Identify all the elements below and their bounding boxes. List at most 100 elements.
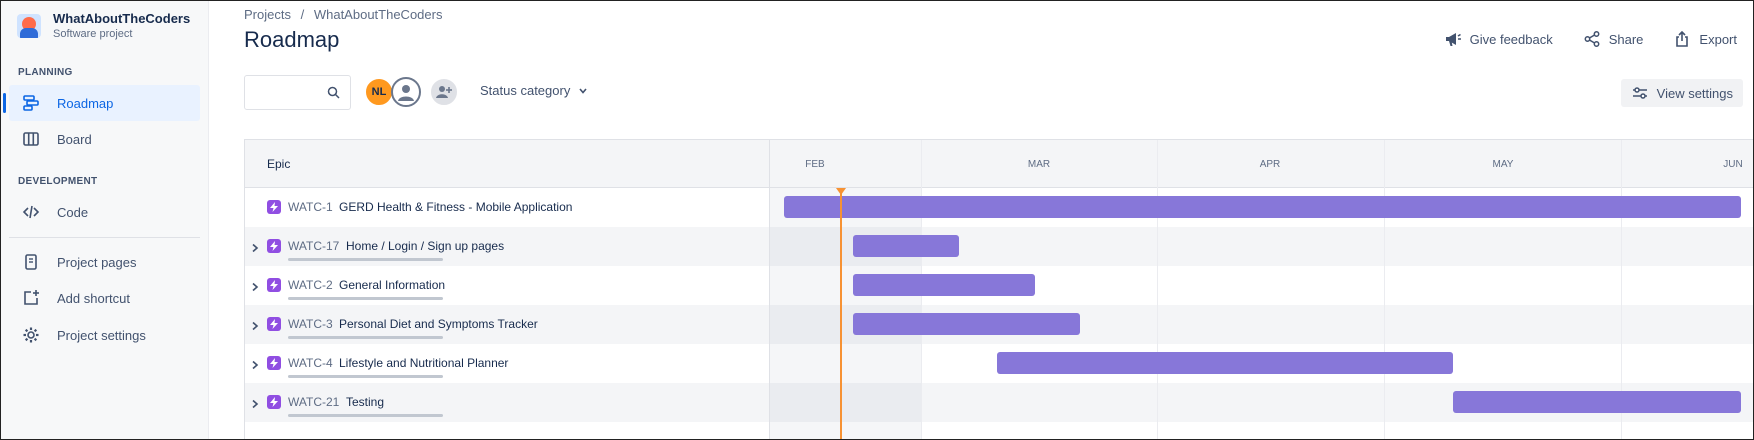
app-window: WhatAboutTheCoders Software project PLAN… (0, 0, 1754, 440)
sidebar-item-board[interactable]: Board (9, 121, 200, 157)
page-actions: Give feedback Share Export (1414, 27, 1737, 51)
month-label: APR (1259, 159, 1281, 170)
share-label: Share (1608, 31, 1644, 47)
sidebar-item-label: Project settings (57, 327, 146, 343)
today-marker (836, 188, 846, 195)
issue-title[interactable]: Personal Diet and Symptoms Tracker (339, 317, 538, 331)
give-feedback-label: Give feedback (1469, 31, 1553, 47)
issue-key[interactable]: WATC-21 (288, 395, 339, 409)
chevron-right-icon[interactable] (251, 240, 259, 258)
month-label: JUN (1723, 159, 1743, 170)
add-shortcut-icon (21, 288, 41, 308)
today-marker-line (840, 188, 842, 439)
user-icon (398, 85, 414, 101)
month-label: FEB (805, 159, 825, 170)
sidebar-item-add-shortcut[interactable]: Add shortcut (9, 280, 200, 316)
sidebar-item-roadmap[interactable]: Roadmap (3, 85, 200, 121)
month-label: MAR (1027, 159, 1051, 170)
epic-icon (267, 200, 281, 214)
view-settings-button[interactable]: View settings (1620, 79, 1743, 107)
code-icon (21, 202, 41, 222)
issue-title[interactable]: General Information (339, 278, 445, 292)
project-name: WhatAboutTheCoders (53, 11, 191, 26)
epic-row[interactable]: WATC-21 Testing (245, 383, 1753, 422)
chevron-right-icon[interactable] (251, 318, 259, 336)
issue-key[interactable]: WATC-17 (288, 239, 339, 253)
add-user-icon (436, 86, 452, 98)
sidebar-divider (9, 237, 200, 238)
export-label: Export (1699, 31, 1737, 47)
pages-icon (21, 252, 41, 272)
epic-row[interactable]: WATC-17 Home / Login / Sign up pages (245, 227, 1753, 266)
epic-icon (267, 317, 281, 331)
sidebar-item-project-pages[interactable]: Project pages (9, 244, 200, 280)
sidebar-item-label: Code (57, 204, 89, 220)
sidebar-item-label: Roadmap (57, 95, 114, 111)
sidebar-item-label: Add shortcut (57, 290, 130, 306)
issue-key[interactable]: WATC-1 (288, 200, 333, 214)
progress-bar (288, 414, 443, 417)
issue-key[interactable]: WATC-3 (288, 317, 333, 331)
epic-icon (267, 278, 281, 292)
avatar-unassigned[interactable] (391, 77, 421, 107)
megaphone-icon (1445, 33, 1461, 46)
page-title: Roadmap (244, 27, 340, 52)
epic-icon (267, 356, 281, 370)
sidebar: WhatAboutTheCoders Software project PLAN… (1, 1, 209, 439)
issue-key[interactable]: WATC-2 (288, 278, 333, 292)
sidebar-item-label: Board (57, 131, 92, 147)
issue-title[interactable]: Home / Login / Sign up pages (346, 239, 504, 253)
board-icon (21, 129, 41, 149)
search-input[interactable] (253, 76, 333, 109)
project-header[interactable]: WhatAboutTheCoders Software project (17, 11, 190, 41)
progress-bar (288, 375, 443, 378)
chevron-down-icon (579, 87, 587, 94)
epic-bar[interactable] (784, 196, 1741, 218)
issue-title[interactable]: Testing (346, 395, 384, 409)
section-planning: PLANNING (18, 67, 73, 78)
share-button[interactable]: Share (1583, 27, 1644, 51)
sidebar-item-project-settings[interactable]: Project settings (9, 317, 200, 353)
roadmap-header: Epic FEB MAR APR MAY JUN (245, 140, 1753, 188)
epic-bar[interactable] (1453, 391, 1741, 413)
epic-icon (267, 395, 281, 409)
export-button[interactable]: Export (1673, 27, 1737, 51)
epic-icon (267, 239, 281, 253)
breadcrumb: Projects / WhatAboutTheCoders (244, 7, 448, 22)
epic-row[interactable]: WATC-3 Personal Diet and Symptoms Tracke… (245, 305, 1753, 344)
status-category-dropdown[interactable]: Status category (480, 83, 588, 98)
epic-bar[interactable] (853, 313, 1080, 335)
view-settings-label: View settings (1656, 85, 1733, 101)
chevron-right-icon[interactable] (251, 279, 259, 297)
sidebar-item-label: Project pages (57, 254, 137, 270)
chevron-right-icon[interactable] (251, 357, 259, 375)
give-feedback-button[interactable]: Give feedback (1444, 27, 1553, 51)
issue-key[interactable]: WATC-4 (288, 356, 333, 370)
epic-bar[interactable] (853, 274, 1035, 296)
section-development: DEVELOPMENT (18, 176, 98, 187)
epic-bar[interactable] (853, 235, 959, 257)
roadmap-icon (21, 93, 41, 113)
roadmap-timeline: Epic FEB MAR APR MAY JUN WATC-1 GERD Hea… (244, 139, 1753, 439)
search-icon[interactable] (327, 86, 340, 104)
project-avatar (17, 14, 41, 38)
breadcrumb-project[interactable]: WhatAboutTheCoders (314, 7, 443, 22)
add-people-button[interactable] (429, 77, 459, 107)
project-type: Software project (53, 28, 133, 40)
progress-bar (288, 258, 443, 261)
issue-title[interactable]: GERD Health & Fitness - Mobile Applicati… (339, 200, 572, 214)
epic-row[interactable]: WATC-4 Lifestyle and Nutritional Planner (245, 344, 1753, 383)
share-icon (1584, 31, 1600, 47)
breadcrumb-separator: / (300, 7, 305, 22)
month-label: MAY (1492, 159, 1514, 170)
epic-row[interactable]: WATC-1 GERD Health & Fitness - Mobile Ap… (245, 188, 1753, 227)
epic-column-header: Epic (267, 157, 291, 171)
avatar-nl[interactable]: NL (364, 77, 394, 107)
epic-bar[interactable] (997, 352, 1453, 374)
sidebar-item-code[interactable]: Code (9, 194, 200, 230)
breadcrumb-projects[interactable]: Projects (244, 7, 291, 22)
chevron-right-icon[interactable] (251, 396, 259, 414)
issue-title[interactable]: Lifestyle and Nutritional Planner (339, 356, 508, 370)
epic-row[interactable]: WATC-2 General Information (245, 266, 1753, 305)
status-category-label: Status category (480, 83, 571, 98)
